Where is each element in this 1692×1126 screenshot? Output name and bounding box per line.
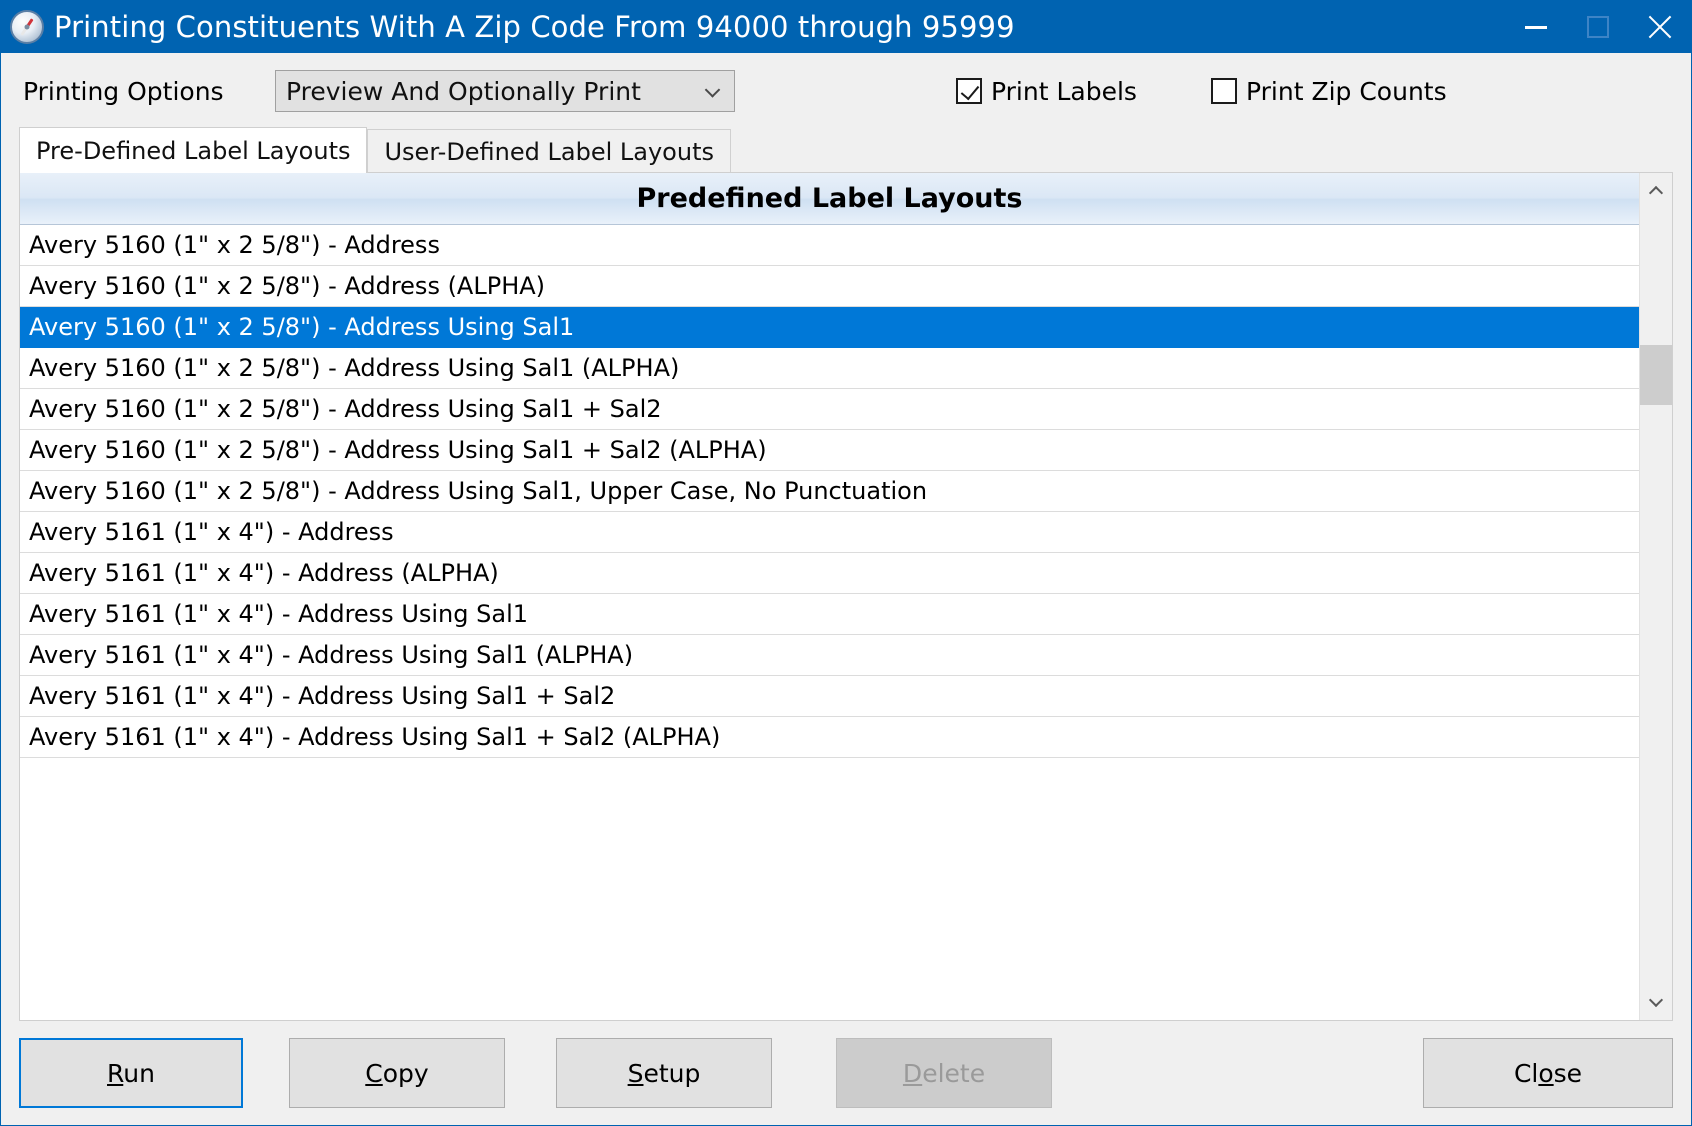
list-item[interactable]: Avery 5160 (1" x 2 5/8") - Address Using… — [20, 348, 1639, 389]
close-button[interactable] — [1629, 1, 1691, 53]
print-zip-counts-checkbox[interactable] — [1211, 78, 1237, 104]
list-item[interactable]: Avery 5161 (1" x 4") - Address Using Sal… — [20, 717, 1639, 758]
list-item[interactable]: Avery 5161 (1" x 4") - Address (ALPHA) — [20, 553, 1639, 594]
list-item[interactable]: Avery 5161 (1" x 4") - Address Using Sal… — [20, 676, 1639, 717]
list-item-label: Avery 5161 (1" x 4") - Address (ALPHA) — [29, 559, 499, 587]
list-item-label: Avery 5160 (1" x 2 5/8") - Address Using… — [29, 436, 767, 464]
tab-label: User-Defined Label Layouts — [384, 137, 714, 166]
tab-user-defined-label-layouts[interactable]: User-Defined Label Layouts — [367, 129, 731, 173]
tab-pre-defined-label-layouts[interactable]: Pre-Defined Label Layouts — [19, 127, 368, 173]
title-bar: Printing Constituents With A Zip Code Fr… — [1, 1, 1691, 53]
window-controls — [1505, 1, 1691, 53]
list-item-label: Avery 5160 (1" x 2 5/8") - Address Using… — [29, 477, 928, 505]
list-item[interactable]: Avery 5160 (1" x 2 5/8") - Address Using… — [20, 430, 1639, 471]
delete-button-accel: D — [902, 1058, 923, 1088]
delete-button: Delete — [836, 1038, 1052, 1108]
list-item-label: Avery 5161 (1" x 4") - Address — [29, 518, 394, 546]
chevron-up-icon — [1648, 185, 1664, 201]
scroll-up-button[interactable] — [1640, 173, 1672, 209]
dialog-footer: Run Copy Setup Delete Close — [1, 1021, 1691, 1125]
setup-button-accel: S — [627, 1058, 644, 1088]
delete-button-label: elete — [922, 1058, 986, 1088]
printing-options-label: Printing Options — [23, 76, 224, 106]
setup-button-label: etup — [643, 1058, 701, 1088]
scrollbar-track[interactable] — [1640, 209, 1672, 984]
print-labels-label: Print Labels — [991, 76, 1137, 106]
list-item[interactable]: Avery 5160 (1" x 2 5/8") - Address (ALPH… — [20, 266, 1639, 307]
list-item[interactable]: Avery 5160 (1" x 2 5/8") - Address Using… — [20, 307, 1639, 348]
list-item-label: Avery 5161 (1" x 4") - Address Using Sal… — [29, 682, 616, 710]
close-button-prefix: Cl — [1513, 1058, 1539, 1088]
copy-button[interactable]: Copy — [289, 1038, 505, 1108]
list-item[interactable]: Avery 5160 (1" x 2 5/8") - Address — [20, 225, 1639, 266]
print-zip-counts-label: Print Zip Counts — [1246, 76, 1447, 106]
close-icon — [1647, 14, 1673, 40]
run-button[interactable]: Run — [19, 1038, 243, 1108]
chevron-down-icon — [1648, 992, 1664, 1008]
tab-strip: Pre-Defined Label Layouts User-Defined L… — [19, 127, 1673, 173]
minimize-icon — [1525, 25, 1547, 29]
scroll-down-button[interactable] — [1640, 984, 1672, 1020]
list-item-label: Avery 5161 (1" x 4") - Address Using Sal… — [29, 600, 529, 628]
list-item-label: Avery 5160 (1" x 2 5/8") - Address Using… — [29, 354, 680, 382]
printing-options-dropdown[interactable]: Preview And Optionally Print — [275, 70, 735, 112]
copy-button-label: opy — [382, 1058, 429, 1088]
print-labels-checkbox-group[interactable]: Print Labels — [956, 77, 1137, 106]
list-item-label: Avery 5160 (1" x 2 5/8") - Address Using… — [29, 395, 662, 423]
maximize-button[interactable] — [1567, 1, 1629, 53]
list-item[interactable]: Avery 5161 (1" x 4") - Address Using Sal… — [20, 594, 1639, 635]
close-button-label: se — [1553, 1058, 1583, 1088]
print-labels-checkbox[interactable] — [956, 78, 982, 104]
printing-options-bar: Printing Options Preview And Optionally … — [1, 53, 1691, 129]
list-item-label: Avery 5161 (1" x 4") - Address Using Sal… — [29, 641, 634, 669]
list-item-label: Avery 5161 (1" x 4") - Address Using Sal… — [29, 723, 721, 751]
list-item-label: Avery 5160 (1" x 2 5/8") - Address — [29, 231, 440, 259]
dialog-window: Printing Constituents With A Zip Code Fr… — [0, 0, 1692, 1126]
list-header: Predefined Label Layouts — [20, 173, 1639, 225]
close-dialog-button[interactable]: Close — [1423, 1038, 1673, 1108]
maximize-icon — [1587, 16, 1609, 38]
list-item[interactable]: Avery 5160 (1" x 2 5/8") - Address Using… — [20, 471, 1639, 512]
run-button-accel: R — [107, 1058, 124, 1088]
vertical-scrollbar[interactable] — [1639, 173, 1672, 1020]
minimize-button[interactable] — [1505, 1, 1567, 53]
setup-button[interactable]: Setup — [556, 1038, 772, 1108]
window-title: Printing Constituents With A Zip Code Fr… — [54, 10, 1015, 44]
tabs-region: Pre-Defined Label Layouts User-Defined L… — [1, 127, 1691, 1021]
list-body[interactable]: Avery 5160 (1" x 2 5/8") - Address Avery … — [20, 225, 1639, 1020]
scrollbar-thumb[interactable] — [1640, 345, 1672, 405]
print-zip-counts-checkbox-group[interactable]: Print Zip Counts — [1211, 77, 1447, 106]
list-item[interactable]: Avery 5161 (1" x 4") - Address Using Sal… — [20, 635, 1639, 676]
copy-button-accel: C — [365, 1058, 383, 1088]
tab-label: Pre-Defined Label Layouts — [36, 136, 351, 165]
tab-panel: Predefined Label Layouts Avery 5160 (1" … — [19, 172, 1673, 1021]
compass-icon — [10, 10, 44, 44]
run-button-label: un — [123, 1058, 155, 1088]
label-layouts-list: Predefined Label Layouts Avery 5160 (1" … — [20, 173, 1639, 1020]
close-button-accel: o — [1538, 1058, 1554, 1088]
list-item-label: Avery 5160 (1" x 2 5/8") - Address (ALPH… — [29, 272, 546, 300]
chevron-down-icon — [704, 82, 721, 98]
list-item[interactable]: Avery 5160 (1" x 2 5/8") - Address Using… — [20, 389, 1639, 430]
printing-options-value: Preview And Optionally Print — [286, 76, 641, 106]
list-item-label: Avery 5160 (1" x 2 5/8") - Address Using… — [29, 313, 575, 341]
list-item[interactable]: Avery 5161 (1" x 4") - Address — [20, 512, 1639, 553]
